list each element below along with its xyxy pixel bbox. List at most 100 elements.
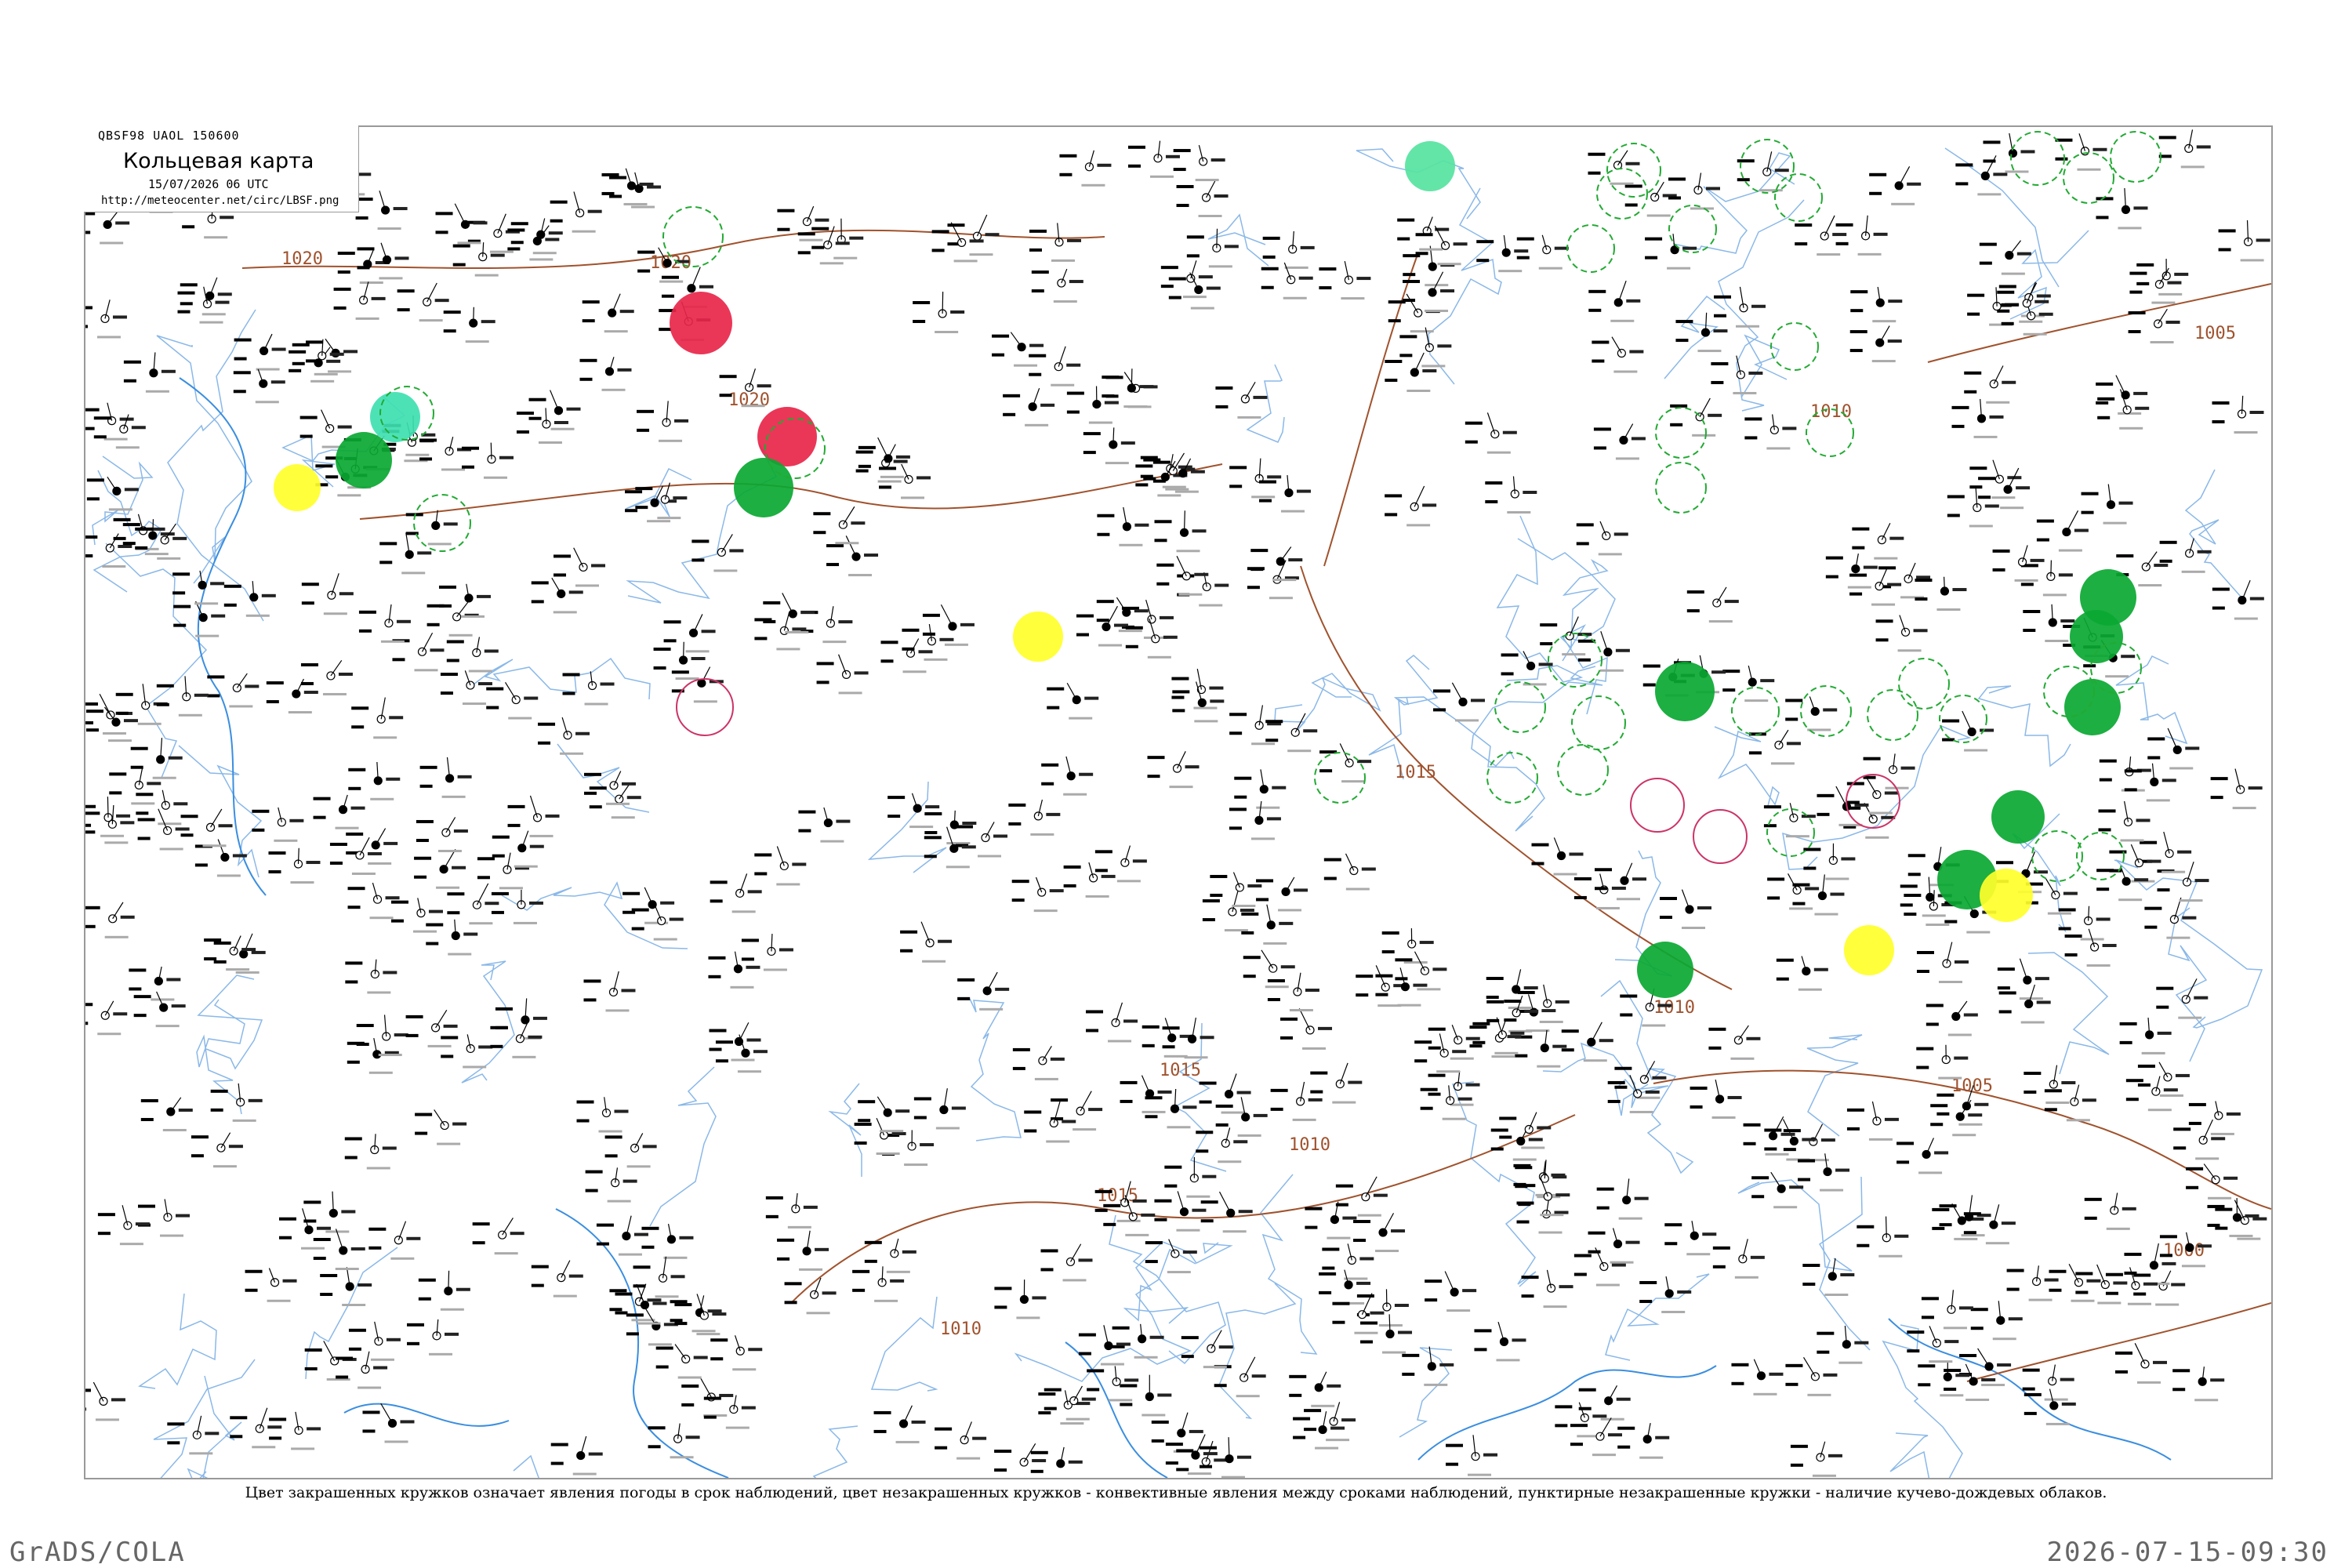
station-value-glyph	[510, 222, 528, 226]
weather-event-disc	[274, 464, 321, 511]
station-value-glyph	[97, 1232, 111, 1236]
station-value-glyph	[140, 1098, 158, 1102]
station-value-glyph	[2006, 1269, 2024, 1272]
station-value-glyph	[1888, 299, 1903, 303]
station-value-glyph	[913, 1116, 927, 1120]
station-value-glyph	[135, 1222, 150, 1226]
station-value-glyph	[1280, 1036, 1294, 1040]
station-value-glyph	[2161, 1261, 2176, 1265]
station-value-glyph	[1402, 1372, 1415, 1376]
wind-barb	[1944, 576, 1946, 592]
station-cloud-symbol	[735, 888, 745, 898]
station-index-glyph	[1065, 1417, 1090, 1421]
station-value-glyph	[582, 319, 595, 323]
station-index-glyph	[155, 1025, 180, 1028]
station-value-glyph	[957, 996, 971, 1000]
station-value-glyph	[1135, 483, 1149, 487]
station-value-glyph	[1863, 757, 1881, 760]
station-plot	[230, 1407, 282, 1449]
station-value-glyph	[1160, 266, 1178, 270]
station-value-glyph	[1391, 1229, 1406, 1233]
station-plot	[85, 804, 135, 844]
station-value-glyph	[435, 212, 453, 216]
station-value-glyph	[1997, 967, 2015, 971]
station-index-glyph	[1708, 620, 1733, 623]
station-value-glyph	[1785, 1363, 1803, 1367]
station-index-glyph	[367, 991, 391, 994]
station-value-glyph	[1120, 1384, 1138, 1388]
station-value-glyph	[1029, 372, 1042, 376]
station-value-glyph	[1182, 1105, 1197, 1109]
station-value-glyph	[1176, 1468, 1189, 1472]
wind-barb	[1608, 1385, 1618, 1402]
station-value-glyph	[2030, 558, 2045, 562]
station-index-glyph	[1468, 1473, 1492, 1476]
station-value-glyph	[663, 620, 681, 624]
station-value-glyph	[156, 702, 169, 706]
station-value-glyph	[394, 256, 409, 260]
station-value-glyph	[792, 862, 807, 866]
station-value-glyph	[1120, 1080, 1138, 1084]
station-index-glyph	[741, 405, 765, 408]
station-value-glyph	[674, 1303, 692, 1307]
station-index-glyph	[1053, 300, 1077, 303]
station-index-glyph	[1073, 1128, 1097, 1131]
station-value-glyph	[531, 600, 544, 604]
station-value-glyph	[1353, 1239, 1367, 1243]
station-value-glyph	[1319, 267, 1337, 271]
station-value-glyph	[2144, 906, 2162, 910]
station-plot	[97, 1205, 150, 1246]
station-index-glyph	[2023, 332, 2047, 336]
station-index-glyph	[1108, 1040, 1132, 1043]
station-value-glyph	[1203, 1452, 1218, 1456]
wind-barb	[838, 654, 848, 675]
station-value-glyph	[1127, 145, 1145, 149]
station-value-glyph	[2044, 1108, 2057, 1112]
station-value-glyph	[1151, 1420, 1169, 1424]
station-value-glyph	[631, 927, 644, 931]
station-value-glyph	[507, 228, 525, 232]
station-value-glyph	[426, 622, 440, 626]
station-plot	[1490, 1124, 1543, 1161]
station-value-glyph	[1852, 527, 1870, 531]
station-value-glyph	[172, 572, 191, 576]
station-index-glyph	[1118, 630, 1142, 633]
station-value-glyph	[304, 1367, 318, 1370]
station-plot	[1446, 1435, 1498, 1476]
station-value-glyph	[1373, 1193, 1388, 1197]
river	[461, 960, 515, 1083]
station-plot	[133, 991, 186, 1028]
station-value-glyph	[950, 310, 965, 314]
source-url[interactable]: http://meteocenter.net/circ/LBSF.png	[101, 194, 339, 207]
station-index-glyph	[1938, 981, 1962, 983]
station-value-glyph	[2119, 1022, 2137, 1025]
station-value-glyph	[1327, 1384, 1341, 1388]
station-index-glyph	[2120, 839, 2144, 842]
wind-barb	[454, 203, 466, 225]
station-value-glyph	[1176, 204, 1189, 208]
station-plot	[641, 1224, 694, 1259]
station-value-glyph	[2001, 1221, 2016, 1225]
station-index-glyph	[1922, 914, 1946, 917]
station-value-glyph	[1832, 233, 1847, 237]
station-value-glyph	[1900, 884, 1918, 888]
station-value-glyph	[647, 185, 662, 189]
station-index-glyph	[886, 1270, 910, 1273]
station-index-glyph	[100, 241, 124, 245]
station-plot	[1593, 423, 1646, 460]
station-value-glyph	[777, 1257, 790, 1261]
station-index-glyph	[2044, 1398, 2068, 1401]
station-value-glyph	[1046, 812, 1061, 816]
station-value-glyph	[614, 1109, 629, 1113]
station-value-glyph	[131, 426, 146, 430]
station-index-glyph	[414, 669, 438, 672]
river	[105, 543, 208, 779]
station-value-glyph	[344, 1156, 358, 1160]
station-value-glyph	[1668, 177, 1686, 181]
station-value-glyph	[691, 539, 710, 543]
station-value-glyph	[816, 681, 829, 684]
station-plot	[313, 794, 365, 829]
station-value-glyph	[1293, 1436, 1306, 1439]
station-value-glyph	[1199, 1465, 1212, 1468]
station-value-glyph	[1465, 1036, 1480, 1040]
